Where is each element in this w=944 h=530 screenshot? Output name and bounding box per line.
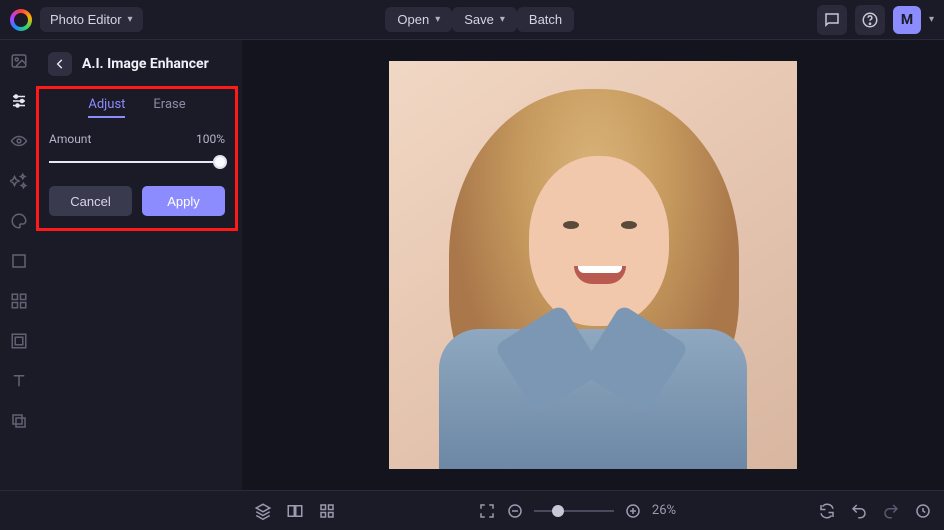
top-bar: Photo Editor ▾ Open ▾ Save ▾ Batch M ▾ (0, 0, 944, 40)
amount-slider[interactable] (49, 152, 225, 172)
save-button[interactable]: Save ▾ (452, 7, 517, 32)
redo-button[interactable] (882, 502, 900, 520)
frame-icon (10, 332, 28, 350)
tool-frame[interactable] (8, 330, 30, 352)
back-button[interactable] (48, 52, 72, 76)
zoom-slider-thumb[interactable] (552, 505, 564, 517)
text-icon (10, 372, 28, 390)
image-icon (10, 52, 28, 70)
arrow-left-icon (53, 57, 67, 71)
grid-view-button[interactable] (318, 502, 336, 520)
chevron-down-icon: ▾ (500, 14, 505, 25)
amount-value: 100% (196, 132, 225, 146)
crop-icon (10, 252, 28, 270)
shapes-icon (10, 292, 28, 310)
photo-mouth (574, 266, 626, 284)
app-mode-dropdown[interactable]: Photo Editor ▾ (40, 7, 143, 32)
layers-icon (254, 502, 272, 520)
eye-icon (10, 132, 28, 150)
photo-canvas[interactable] (389, 61, 797, 469)
compare-button[interactable] (286, 502, 304, 520)
overlay-icon (10, 412, 28, 430)
batch-button[interactable]: Batch (517, 7, 574, 32)
chat-icon (823, 11, 841, 29)
avatar-initial: M (901, 12, 913, 28)
fit-screen-button[interactable] (478, 502, 496, 520)
minus-circle-icon (506, 502, 524, 520)
help-icon (861, 11, 879, 29)
tool-overlay[interactable] (8, 410, 30, 432)
apply-label: Apply (167, 194, 200, 209)
enhancer-controls: Adjust Erase Amount 100% Cancel Apply (36, 86, 238, 231)
open-label: Open (397, 12, 429, 27)
app-logo (10, 9, 32, 31)
tool-effects[interactable] (8, 170, 30, 192)
user-avatar[interactable]: M (893, 6, 921, 34)
tool-color[interactable] (8, 210, 30, 232)
open-button[interactable]: Open ▾ (385, 7, 452, 32)
tool-image[interactable] (8, 50, 30, 72)
zoom-out-button[interactable] (506, 502, 524, 520)
slider-track (49, 161, 225, 163)
rotate-button[interactable] (818, 502, 836, 520)
tool-crop[interactable] (8, 250, 30, 272)
cancel-label: Cancel (70, 194, 110, 209)
palette-icon (10, 212, 28, 230)
chevron-down-icon: ▾ (435, 14, 440, 25)
cancel-button[interactable]: Cancel (49, 186, 132, 216)
tab-adjust[interactable]: Adjust (88, 97, 125, 118)
tab-erase-label: Erase (153, 97, 185, 112)
photo-eye-left (563, 221, 579, 229)
tool-eye[interactable] (8, 130, 30, 152)
tool-rail (0, 40, 38, 490)
user-menu-chevron-icon[interactable]: ▾ (929, 14, 934, 25)
bottom-bar: 26% (0, 490, 944, 530)
sliders-icon (10, 92, 28, 110)
history-icon (914, 502, 932, 520)
slider-thumb[interactable] (213, 155, 227, 169)
feedback-button[interactable] (817, 5, 847, 35)
photo-eye-right (621, 221, 637, 229)
chevron-down-icon: ▾ (128, 14, 133, 25)
tool-adjust[interactable] (8, 90, 30, 112)
tool-elements[interactable] (8, 290, 30, 312)
photo-teeth (578, 266, 622, 273)
canvas-area[interactable] (242, 40, 944, 490)
save-label: Save (464, 12, 494, 27)
app-mode-label: Photo Editor (50, 12, 122, 27)
layers-button[interactable] (254, 502, 272, 520)
rotate-icon (818, 502, 836, 520)
tab-erase[interactable]: Erase (153, 97, 185, 118)
zoom-in-button[interactable] (624, 502, 642, 520)
zoom-percentage: 26% (652, 503, 676, 518)
undo-icon (850, 502, 868, 520)
redo-icon (882, 502, 900, 520)
compare-icon (286, 502, 304, 520)
plus-circle-icon (624, 502, 642, 520)
history-button[interactable] (914, 502, 932, 520)
main-area: A.I. Image Enhancer Adjust Erase Amount … (0, 40, 944, 490)
panel-title: A.I. Image Enhancer (82, 56, 209, 72)
grid-icon (318, 502, 336, 520)
apply-button[interactable]: Apply (142, 186, 225, 216)
photo-face (529, 156, 669, 326)
amount-label: Amount (49, 132, 91, 146)
zoom-slider[interactable] (534, 510, 614, 512)
tool-text[interactable] (8, 370, 30, 392)
help-button[interactable] (855, 5, 885, 35)
batch-label: Batch (529, 12, 562, 27)
tab-adjust-label: Adjust (88, 97, 125, 112)
enhancer-panel: A.I. Image Enhancer Adjust Erase Amount … (38, 40, 242, 490)
undo-button[interactable] (850, 502, 868, 520)
sparkle-icon (10, 172, 28, 190)
fit-icon (478, 502, 496, 520)
